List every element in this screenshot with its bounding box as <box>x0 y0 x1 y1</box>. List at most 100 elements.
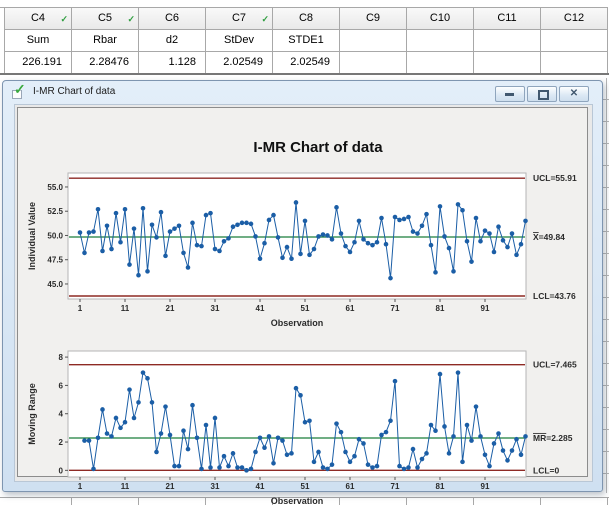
data-point <box>109 247 114 252</box>
data-point <box>195 435 200 440</box>
data-point <box>492 441 497 446</box>
data-point <box>352 454 357 459</box>
data-point <box>150 222 155 227</box>
data-point <box>186 265 191 270</box>
restore-button[interactable] <box>527 86 557 102</box>
plot-panel <box>68 351 526 477</box>
column-name-cell[interactable]: Rbar <box>72 30 139 52</box>
column-name-cell[interactable] <box>407 30 474 52</box>
close-icon: ✕ <box>560 87 588 100</box>
data-point <box>469 259 474 264</box>
data-point <box>145 269 150 274</box>
column-header-C11[interactable]: C11 <box>474 7 541 30</box>
data-point <box>339 430 344 435</box>
data-point <box>366 241 371 246</box>
y-tick-label: 4 <box>59 410 64 419</box>
data-point <box>505 458 510 463</box>
data-point <box>132 226 137 231</box>
data-point <box>415 231 420 236</box>
column-header-C6[interactable]: C6 <box>139 7 206 30</box>
data-point <box>303 219 308 224</box>
data-point <box>78 230 83 235</box>
value-cell[interactable] <box>541 52 608 74</box>
data-point <box>388 276 393 281</box>
data-point <box>141 206 146 211</box>
moving-range-chart: 024681112131415161718191Moving RangeObse… <box>20 342 598 505</box>
data-point <box>163 254 168 259</box>
data-point <box>244 221 249 226</box>
data-point <box>487 231 492 236</box>
x-tick-label: 71 <box>391 482 400 491</box>
data-point <box>136 273 141 278</box>
data-point <box>289 256 294 261</box>
minimize-button[interactable] <box>495 86 525 102</box>
data-point <box>442 234 447 239</box>
data-point <box>478 434 483 439</box>
value-cell[interactable]: 2.02549 <box>206 52 273 74</box>
column-header-C5[interactable]: C5✓ <box>72 7 139 30</box>
y-tick-label: 50.0 <box>47 231 63 240</box>
data-point <box>217 249 222 254</box>
data-point <box>384 242 389 247</box>
column-name-cell[interactable] <box>541 30 608 52</box>
data-point <box>330 462 335 467</box>
value-cell[interactable] <box>340 52 407 74</box>
data-point <box>91 229 96 234</box>
data-point <box>483 452 488 457</box>
data-point <box>312 460 317 465</box>
data-point <box>82 251 87 256</box>
column-header-C12[interactable]: C12 <box>541 7 608 30</box>
data-point <box>519 452 524 457</box>
data-point <box>91 467 96 472</box>
data-point <box>181 428 186 433</box>
column-name-cell[interactable] <box>340 30 407 52</box>
data-point <box>136 400 141 405</box>
data-point <box>226 236 231 241</box>
minimize-icon <box>505 93 514 96</box>
data-point <box>280 255 285 260</box>
column-name-cell[interactable]: Sum <box>5 30 72 52</box>
data-point <box>118 426 123 431</box>
window-titlebar[interactable]: ✓ I-MR Chart of data ✕ <box>3 81 602 104</box>
data-point <box>312 247 317 252</box>
data-point <box>429 423 434 428</box>
data-point <box>357 437 362 442</box>
column-name-cell[interactable]: STDE1 <box>273 30 340 52</box>
data-point <box>87 438 92 443</box>
graph-window-icon: ✓ <box>12 84 28 100</box>
column-header-C10[interactable]: C10 <box>407 7 474 30</box>
value-cell[interactable]: 2.02549 <box>273 52 340 74</box>
value-cell[interactable] <box>474 52 541 74</box>
column-header-C9[interactable]: C9 <box>340 7 407 30</box>
column-header-C4[interactable]: C4✓ <box>5 7 72 30</box>
value-cell[interactable]: 226.191 <box>5 52 72 74</box>
column-header-C7[interactable]: C7✓ <box>206 7 273 30</box>
column-name-cell[interactable]: StDev <box>206 30 273 52</box>
data-point <box>330 237 335 242</box>
value-cell[interactable] <box>407 52 474 74</box>
column-header-C8[interactable]: C8 <box>273 7 340 30</box>
x-tick-label: 91 <box>481 482 490 491</box>
data-point <box>253 234 258 239</box>
data-point <box>334 421 339 426</box>
data-point <box>100 407 105 412</box>
data-point <box>460 460 465 465</box>
chart-title: I-MR Chart of data <box>108 139 528 156</box>
data-point <box>96 207 101 212</box>
value-cell[interactable]: 2.28476 <box>72 52 139 74</box>
data-point <box>343 244 348 249</box>
data-point <box>109 434 114 439</box>
data-point <box>393 379 398 384</box>
column-name-cell[interactable] <box>474 30 541 52</box>
data-point <box>222 454 227 459</box>
data-point <box>348 460 353 465</box>
value-cell[interactable]: 1.128 <box>139 52 206 74</box>
column-name-cell[interactable]: d2 <box>139 30 206 52</box>
data-point <box>361 441 366 446</box>
close-button[interactable]: ✕ <box>559 86 589 102</box>
graph-window-client: I-MR Chart of data 45.047.550.052.555.01… <box>14 104 593 482</box>
data-point <box>523 434 528 439</box>
data-point <box>285 245 290 250</box>
worksheet-right-gridline <box>606 78 607 505</box>
y-tick-label: 47.5 <box>47 256 63 265</box>
